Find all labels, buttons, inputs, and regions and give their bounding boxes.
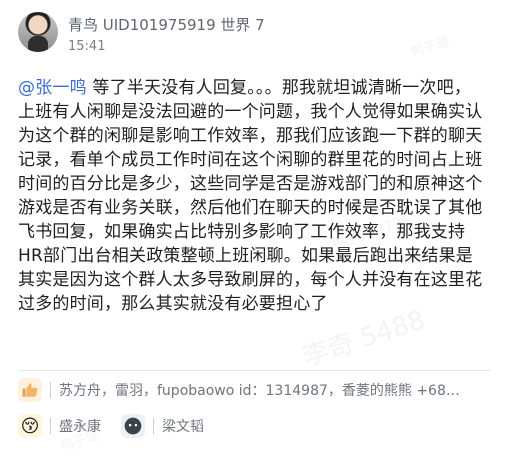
divider bbox=[18, 370, 490, 371]
thumbs-up-icon[interactable] bbox=[18, 378, 42, 402]
reaction-users[interactable]: 盛永康 bbox=[59, 416, 101, 436]
mention-link[interactable]: @张一鸣 bbox=[18, 78, 87, 98]
message-body: @张一鸣 等了半天没有人回复。。。那我就坦诚清晰一次吧，上班有人闲聊是没法回避的… bbox=[18, 76, 488, 316]
author-name[interactable]: 青鸟 UID101975919 世界 7 bbox=[68, 14, 265, 35]
reaction-users[interactable]: 苏方舟，雷羽，fupobaowo id：1314987，香菱的熊熊 +68… bbox=[59, 380, 460, 400]
reaction-row-thumbs[interactable]: 苏方舟，雷羽，fupobaowo id：1314987，香菱的熊熊 +68… bbox=[18, 376, 490, 404]
reaction-users[interactable]: 梁文韬 bbox=[162, 416, 204, 436]
reaction-row-emoji: 😚 盛永康 梁文韬 bbox=[18, 412, 490, 440]
message-text: 等了半天没有人回复。。。那我就坦诚清晰一次吧，上班有人闲聊是没法回避的一个问题，… bbox=[18, 78, 483, 314]
separator bbox=[50, 418, 51, 434]
post-header: 青鸟 UID101975919 世界 7 15:41 bbox=[18, 12, 488, 60]
dark-circle-emoji-icon[interactable] bbox=[121, 414, 145, 438]
separator bbox=[153, 418, 154, 434]
separator bbox=[50, 382, 51, 398]
dark-circle-emoji-graphic bbox=[124, 417, 142, 435]
thumbs-up-icon-graphic bbox=[22, 383, 38, 397]
blushing-face-icon[interactable]: 😚 bbox=[18, 414, 42, 438]
post-time: 15:41 bbox=[68, 39, 106, 54]
avatar[interactable] bbox=[18, 12, 58, 52]
